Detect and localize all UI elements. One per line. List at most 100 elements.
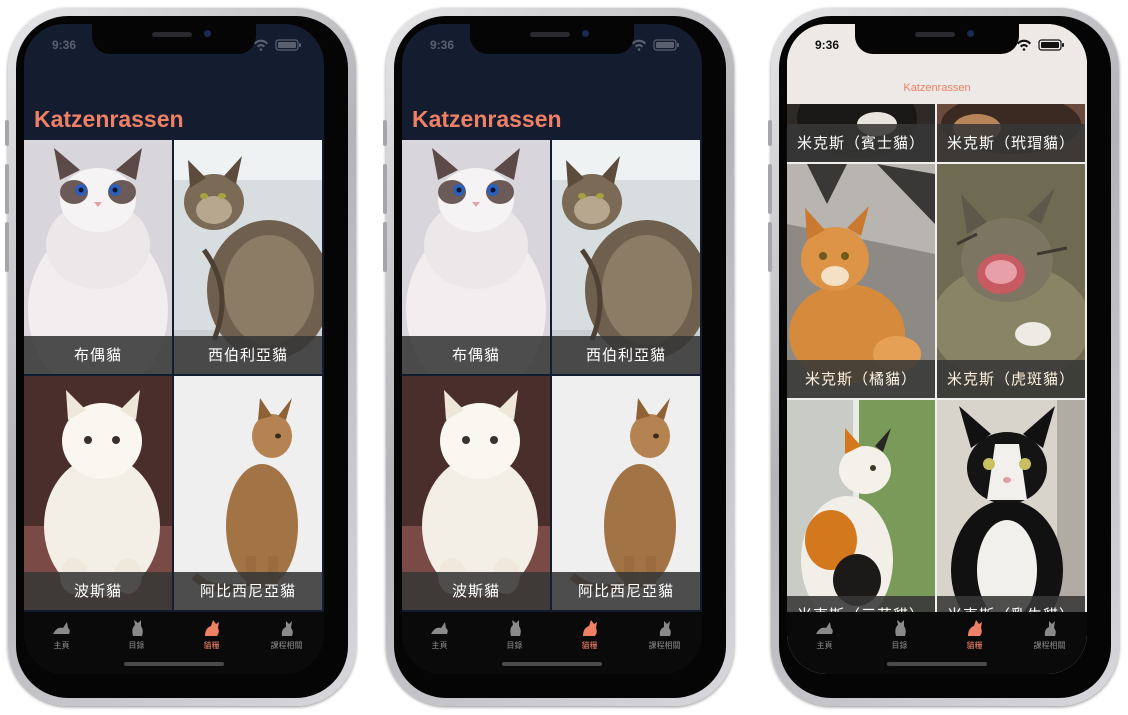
tab-label: 課程相關 [270, 641, 303, 650]
cat-stretching-icon [204, 620, 219, 636]
tab-cat-food[interactable]: 貓糧 [552, 618, 627, 658]
status-time: 9:36 [815, 38, 840, 52]
cat-name-label: 波斯貓 [402, 572, 550, 610]
cat-silhouette-icon [52, 622, 70, 634]
cat-sitting-icon [131, 620, 143, 636]
cat-cell-abyssinian[interactable]: 阿比西尼亞貓 [552, 376, 700, 610]
cat-grid[interactable]: 布偶貓 西伯利亞貓 波斯貓 阿比西尼亞貓 [402, 140, 702, 660]
tab-bar: 主頁 目錄 貓糧 課程相關 [787, 612, 1087, 674]
cat-grid[interactable]: 米克斯（賓士貓） 米克斯（玳瑁貓） 米克斯（橘貓） 米克斯（虎斑貓） [787, 104, 1087, 614]
cat-name-label: 米克斯（玳瑁貓） [937, 124, 1085, 162]
tab-directory[interactable]: 目錄 [862, 618, 937, 658]
cat-cell-persian[interactable]: 波斯貓 [402, 376, 550, 610]
tab-directory[interactable]: 目錄 [99, 618, 174, 658]
cat-grid[interactable]: 布偶貓 西伯利亞貓 波斯貓 阿比西尼亞貓 [24, 140, 324, 660]
tab-label: 課程相關 [648, 641, 681, 650]
status-time: 9:36 [52, 38, 77, 52]
front-camera [967, 30, 974, 37]
cat-name-label: 波斯貓 [24, 572, 172, 610]
cat-cell-siberian[interactable]: 西伯利亞貓 [174, 140, 322, 374]
tab-label: 貓糧 [581, 641, 598, 650]
tab-home[interactable]: 主頁 [24, 618, 99, 658]
tab-course[interactable]: 課程相關 [1012, 618, 1087, 658]
cat-cell-siberian[interactable]: 西伯利亞貓 [552, 140, 700, 374]
mute-switch [383, 120, 387, 146]
wifi-icon [1017, 39, 1031, 51]
cat-silhouette-icon [430, 622, 448, 634]
tab-home[interactable]: 主頁 [787, 618, 862, 658]
large-title: Katzenrassen [34, 106, 184, 132]
battery-icon [653, 39, 679, 51]
cat-name-label: 米克斯（賓士貓） [787, 124, 935, 162]
volume-up-button [768, 164, 772, 214]
cat-stretching-icon [582, 620, 597, 636]
status-icons [1015, 39, 1067, 51]
tab-directory[interactable]: 目錄 [477, 618, 552, 658]
notch [855, 24, 1019, 54]
tab-home[interactable]: 主頁 [402, 618, 477, 658]
cow-cat-photo [937, 400, 1085, 614]
cat-cell-cow[interactable]: 米克斯（乳牛貓） [937, 400, 1085, 614]
tab-course[interactable]: 課程相關 [249, 618, 324, 658]
cat-grooming-icon [1044, 621, 1056, 636]
cat-name-label: 布偶貓 [402, 336, 550, 374]
phone-frame-2: 9:36 Katzenrassen 布偶貓 西伯利亞貓 波斯貓 阿比西尼亞貓 主… [383, 8, 734, 706]
cat-cell-tortoiseshell[interactable]: 米克斯（玳瑁貓） [937, 104, 1085, 162]
tab-label: 主頁 [53, 641, 70, 650]
screen-3: Katzenrassen 9:36 米克斯（賓士貓） 米克斯（玳瑁貓） 米克斯（… [787, 24, 1087, 674]
cat-name-label: 阿比西尼亞貓 [552, 572, 700, 610]
tab-label: 目錄 [506, 641, 523, 650]
cat-cell-tabby[interactable]: 米克斯（虎斑貓） [937, 164, 1085, 398]
tab-label: 貓糧 [966, 641, 983, 650]
cat-sitting-icon [894, 620, 906, 636]
large-title: Katzenrassen [412, 106, 562, 132]
cat-grooming-icon [659, 621, 671, 636]
speaker-grille [152, 32, 192, 37]
front-camera [204, 30, 211, 37]
volume-up-button [5, 164, 9, 214]
tab-course[interactable]: 課程相關 [627, 618, 702, 658]
cat-name-label: 米克斯（橘貓） [787, 360, 935, 398]
volume-down-button [383, 222, 387, 272]
nav-title: Katzenrassen [903, 82, 971, 94]
calico-photo [787, 400, 935, 614]
front-camera [582, 30, 589, 37]
cat-name-label: 西伯利亞貓 [174, 336, 322, 374]
tab-label: 目錄 [891, 641, 908, 650]
notch [470, 24, 634, 54]
tab-label: 課程相關 [1033, 641, 1066, 650]
home-indicator[interactable] [887, 662, 987, 666]
phone-frame-1: 9:36 Katzenrassen 布偶貓 西伯利亞貓 波斯貓 阿比西尼亞貓 主… [5, 8, 356, 706]
cat-cell-ragdoll[interactable]: 布偶貓 [24, 140, 172, 374]
speaker-grille [530, 32, 570, 37]
cat-cell-calico[interactable]: 米克斯（三花貓） [787, 400, 935, 614]
cat-cell-persian[interactable]: 波斯貓 [24, 376, 172, 610]
tab-label: 主頁 [431, 641, 448, 650]
mute-switch [768, 120, 772, 146]
screen-1: 9:36 Katzenrassen 布偶貓 西伯利亞貓 波斯貓 阿比西尼亞貓 主… [24, 24, 324, 674]
tab-cat-food[interactable]: 貓糧 [937, 618, 1012, 658]
tab-label: 主頁 [816, 641, 833, 650]
cat-stretching-icon [967, 620, 982, 636]
battery-icon [1038, 39, 1064, 51]
cat-name-label: 米克斯（虎斑貓） [937, 360, 1085, 398]
cat-cell-abyssinian[interactable]: 阿比西尼亞貓 [174, 376, 322, 610]
tab-label: 目錄 [128, 641, 145, 650]
cat-cell-orange[interactable]: 米克斯（橘貓） [787, 164, 935, 398]
home-indicator[interactable] [124, 662, 224, 666]
cat-cell-ragdoll[interactable]: 布偶貓 [402, 140, 550, 374]
tab-label: 貓糧 [203, 641, 220, 650]
status-icons [252, 39, 304, 51]
volume-down-button [768, 222, 772, 272]
phone-frame-3: Katzenrassen 9:36 米克斯（賓士貓） 米克斯（玳瑁貓） 米克斯（… [768, 8, 1119, 706]
tab-cat-food[interactable]: 貓糧 [174, 618, 249, 658]
cat-sitting-icon [509, 620, 521, 636]
status-icons [630, 39, 682, 51]
cat-name-label: 西伯利亞貓 [552, 336, 700, 374]
screen-2: 9:36 Katzenrassen 布偶貓 西伯利亞貓 波斯貓 阿比西尼亞貓 主… [402, 24, 702, 674]
cat-cell-tuxedo[interactable]: 米克斯（賓士貓） [787, 104, 935, 162]
tab-bar: 主頁 目錄 貓糧 課程相關 [402, 612, 702, 674]
home-indicator[interactable] [502, 662, 602, 666]
volume-up-button [383, 164, 387, 214]
wifi-icon [632, 39, 646, 51]
